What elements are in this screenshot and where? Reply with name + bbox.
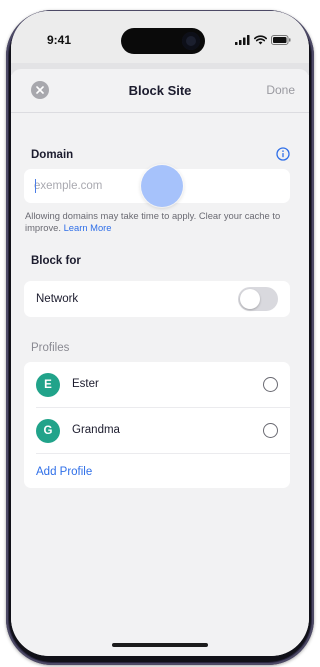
- network-label: Network: [36, 293, 79, 305]
- profile-name: Grandma: [72, 424, 120, 436]
- status-bar: 9:41: [11, 11, 309, 63]
- info-icon[interactable]: [276, 147, 290, 161]
- home-indicator[interactable]: [112, 643, 208, 647]
- profile-radio-ester[interactable]: [263, 377, 278, 392]
- battery-icon: [271, 35, 291, 45]
- done-button[interactable]: Done: [266, 83, 295, 97]
- status-icons: [235, 35, 291, 45]
- block-for-label: Block for: [31, 255, 81, 267]
- profile-name: Ester: [72, 378, 99, 390]
- navbar: Block Site Done: [11, 69, 309, 113]
- avatar: G: [36, 419, 60, 443]
- network-toggle[interactable]: [238, 287, 278, 311]
- wifi-icon: [254, 35, 267, 45]
- profiles-caption: Profiles: [31, 342, 70, 354]
- add-profile-button[interactable]: Add Profile: [36, 466, 92, 478]
- domain-label: Domain: [31, 149, 74, 161]
- camera-icon: [182, 32, 200, 50]
- avatar: E: [36, 373, 60, 397]
- screen: 9:41 Block Site Done Domain exemple.com …: [11, 11, 309, 656]
- dynamic-island: [121, 28, 205, 54]
- profile-radio-grandma[interactable]: [263, 423, 278, 438]
- domain-help-text: Allowing domains may take time to apply.…: [25, 210, 297, 234]
- nav-divider: [11, 112, 309, 113]
- signal-icon: [235, 35, 250, 45]
- network-card: Network: [24, 281, 290, 317]
- page-title: Block Site: [128, 83, 192, 98]
- learn-more-link[interactable]: Learn More: [64, 222, 112, 233]
- toggle-knob: [240, 289, 260, 309]
- text-caret: [35, 179, 36, 193]
- profile-row-ester[interactable]: E Ester: [24, 362, 290, 408]
- profiles-card: E Ester G Grandma Add Profile: [24, 362, 290, 488]
- profile-row-grandma[interactable]: G Grandma: [24, 408, 290, 454]
- status-time: 9:41: [47, 33, 72, 47]
- row-divider: [36, 453, 290, 454]
- touch-indicator: [141, 165, 183, 207]
- block-site-sheet: Block Site Done Domain Allowing domains …: [11, 69, 309, 656]
